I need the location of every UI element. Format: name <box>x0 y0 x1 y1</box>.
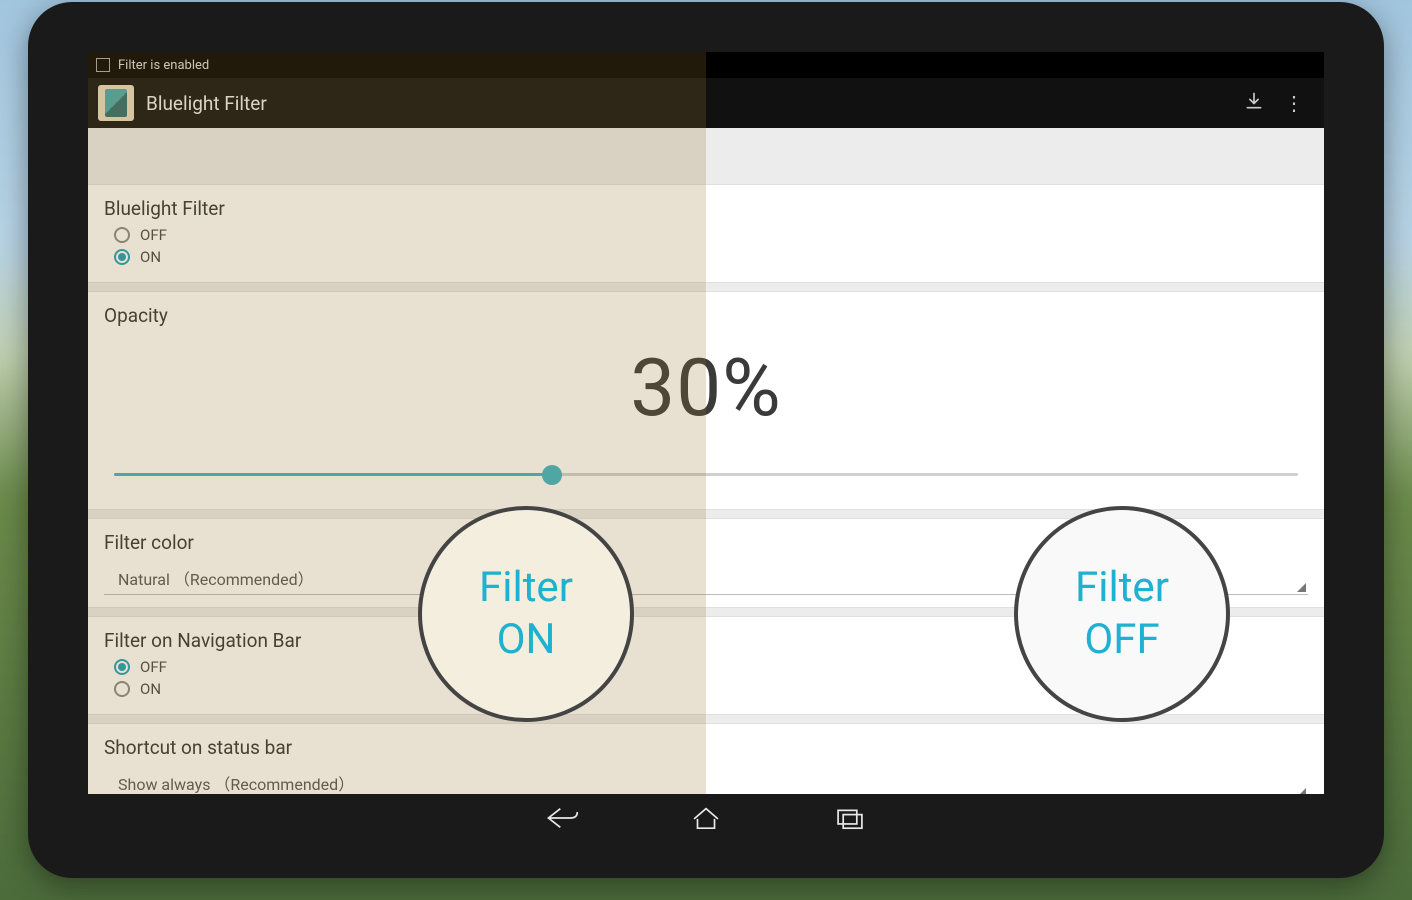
radio-label: OFF <box>140 226 167 244</box>
android-nav-bar <box>88 796 1324 844</box>
opacity-card: Opacity 30% <box>88 291 1324 510</box>
radio-label: ON <box>140 248 161 266</box>
bubble-line1: Filter <box>479 562 573 615</box>
bubble-line2: OFF <box>1084 614 1159 667</box>
bubble-line1: Filter <box>1075 562 1169 615</box>
statusbar-text: Filter is enabled <box>118 58 209 73</box>
opacity-title: Opacity <box>104 304 1308 327</box>
shortcut-card: Shortcut on status bar Show always （Reco… <box>88 723 1324 794</box>
filter-on-annotation: Filter ON <box>418 506 634 722</box>
filter-on-radio[interactable]: ON <box>114 248 1308 266</box>
radio-label: OFF <box>140 658 167 676</box>
notification-app-icon <box>96 58 110 72</box>
back-icon[interactable] <box>545 803 579 837</box>
select-value: Natural （Recommended） <box>118 570 314 589</box>
radio-icon <box>114 681 130 697</box>
radio-icon <box>114 227 130 243</box>
bubble-line2: ON <box>497 614 556 667</box>
shortcut-title: Shortcut on status bar <box>104 736 1308 759</box>
filter-off-radio[interactable]: OFF <box>114 226 1308 244</box>
radio-icon <box>114 249 130 265</box>
select-value: Show always （Recommended） <box>118 775 354 794</box>
radio-icon <box>114 659 130 675</box>
action-bar: Bluelight Filter ⋮ <box>88 78 1324 128</box>
download-icon[interactable] <box>1234 91 1274 116</box>
radio-label: ON <box>140 680 161 698</box>
shortcut-select[interactable]: Show always （Recommended） <box>104 765 1308 794</box>
filter-toggle-title: Bluelight Filter <box>104 197 1308 220</box>
recents-icon[interactable] <box>833 803 867 837</box>
opacity-slider[interactable] <box>114 465 1298 485</box>
status-bar: Filter is enabled <box>88 52 1324 78</box>
filter-toggle-card: Bluelight Filter OFF ON <box>88 184 1324 283</box>
overflow-menu-icon[interactable]: ⋮ <box>1274 91 1314 115</box>
filter-off-annotation: Filter OFF <box>1014 506 1230 722</box>
opacity-value: 30% <box>104 341 1308 435</box>
tablet-frame: Filter is enabled Bluelight Filter ⋮ Blu… <box>28 2 1384 878</box>
app-icon <box>98 85 134 121</box>
app-title: Bluelight Filter <box>146 92 1234 115</box>
home-icon[interactable] <box>689 803 723 837</box>
